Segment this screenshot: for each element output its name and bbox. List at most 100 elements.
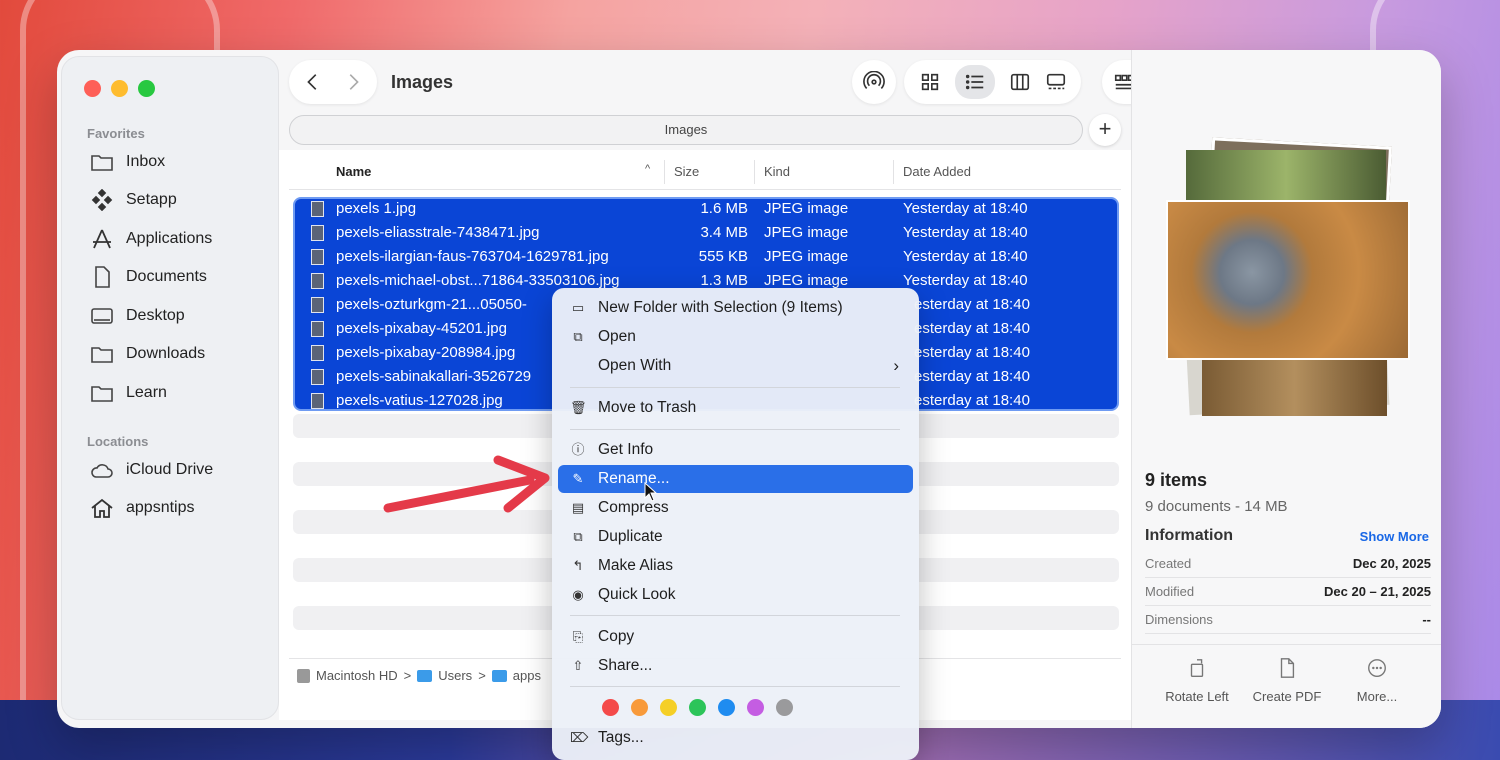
tag-color-picker [602,699,793,716]
menu-item-tags[interactable]: ⌦ Tags... [558,724,913,752]
column-header-name[interactable]: Name [336,164,371,179]
sidebar-item-label: Learn [126,384,167,401]
breadcrumb-item[interactable]: apps [513,668,541,683]
sidebar-item-appsntips[interactable]: appsntips [90,493,195,523]
breadcrumb-separator: > [478,668,486,683]
menu-item-open[interactable]: ⧉ Open [558,323,913,351]
home-icon [91,498,113,518]
airdrop-button[interactable] [852,60,896,104]
menu-item-share[interactable]: ⇧ Share... [558,652,913,680]
menu-item-open-with[interactable]: Open With › [558,352,913,380]
image-file-icon [311,321,324,337]
desktop-icon [91,308,113,324]
create-pdf-button[interactable]: Create PDF [1242,657,1332,704]
copy-icon: ⎘ [572,629,584,644]
cat-photo [1166,200,1410,360]
info-row-dimensions: Dimensions -- [1145,606,1431,634]
new-tab-button[interactable]: + [1089,114,1121,146]
menu-item-rename[interactable]: ✎ Rename... [558,465,913,493]
pencil-icon: ✎ [572,471,584,486]
table-row[interactable]: pexels-ilargian-faus-763704-1629781.jpg … [293,245,1119,269]
sidebar-item-setapp[interactable]: Setapp [90,185,177,215]
menu-item-make-alias[interactable]: ↰ Make Alias [558,552,913,580]
window-title: Images [391,72,454,92]
forward-icon[interactable] [342,71,364,93]
view-mode-group [904,60,1081,104]
list-view-button[interactable] [954,65,995,99]
selection-summary: 9 documents - 14 MB [1145,498,1288,515]
file-kind: JPEG image [764,248,849,265]
file-name: pexels-eliasstrale-7438471.jpg [336,224,540,241]
sidebar-item-downloads[interactable]: Downloads [90,339,205,369]
show-more-link[interactable]: Show More [1360,529,1429,544]
file-size: 3.4 MB [700,224,748,241]
sidebar-item-label: iCloud Drive [126,461,214,478]
menu-item-new-folder-with-selection[interactable]: ▭ New Folder with Selection (9 Items) [558,294,913,322]
file-name: pexels-sabinakallari-3526729 [336,368,532,385]
zoom-button[interactable] [138,80,155,97]
tag-blue[interactable] [718,699,735,716]
tag-yellow[interactable] [660,699,677,716]
back-icon[interactable] [302,71,324,93]
open-icon: ⧉ [573,329,583,344]
menu-item-label: Duplicate [598,528,663,545]
menu-item-duplicate[interactable]: ⧉ Duplicate [558,523,913,551]
tag-gray[interactable] [776,699,793,716]
menu-item-label: Quick Look [598,586,676,603]
sort-chevron-icon: ^ [645,163,651,175]
context-menu: ▭ New Folder with Selection (9 Items) ⧉ … [552,288,919,760]
file-date: esterday at 18:40 [914,320,1030,337]
info-value: Dec 20 – 21, 2025 [1324,584,1431,599]
tag-icon: ⌦ [570,730,589,745]
column-view-icon[interactable] [1009,71,1031,93]
list-view-icon [965,74,983,90]
gallery-view-icon[interactable] [1045,71,1067,93]
menu-item-quick-look[interactable]: ◉ Quick Look [558,581,913,609]
action-label: Create PDF [1252,689,1322,704]
menu-item-compress[interactable]: ▤ Compress [558,494,913,522]
sidebar-item-label: Applications [126,230,213,247]
tag-green[interactable] [689,699,706,716]
menu-item-move-to-trash[interactable]: 🗑 Move to Trash [558,394,913,422]
breadcrumb-item[interactable]: Users [438,668,472,683]
sidebar-item-learn[interactable]: Learn [90,378,167,408]
file-name: pexels 1.jpg [336,200,417,217]
sidebar: Favorites Inbox Setapp Applications Docu… [61,56,279,720]
sidebar-item-documents[interactable]: Documents [90,262,207,292]
cloud-icon [91,464,113,478]
rotate-left-button[interactable]: Rotate Left [1152,657,1242,704]
tag-orange[interactable] [631,699,648,716]
column-header-date-added[interactable]: Date Added [903,164,971,179]
sidebar-item-desktop[interactable]: Desktop [90,301,185,331]
menu-item-get-info[interactable]: ⓘ Get Info [558,436,913,464]
folder-icon [491,669,507,682]
menu-item-label: Tags... [598,729,644,746]
close-button[interactable] [84,80,101,97]
sidebar-item-icloud-drive[interactable]: iCloud Drive [90,455,213,485]
info-key: Dimensions [1145,612,1213,627]
info-key: Created [1145,556,1192,571]
table-row[interactable]: pexels 1.jpg 1.6 MB JPEG image Yesterday… [293,197,1119,221]
column-header-kind[interactable]: Kind [764,164,790,179]
sidebar-item-applications[interactable]: Applications [90,224,212,254]
image-file-icon [311,273,324,289]
path-field[interactable]: Images [289,115,1083,145]
tag-purple[interactable] [747,699,764,716]
file-date: esterday at 18:40 [914,296,1030,313]
menu-separator [570,686,900,687]
sidebar-item-inbox[interactable]: Inbox [90,147,165,177]
table-row[interactable]: pexels-eliasstrale-7438471.jpg 3.4 MB JP… [293,221,1119,245]
menu-item-label: Share... [598,657,653,674]
file-date: Yesterday at 18:40 [903,200,1028,217]
folder-icon [91,155,113,171]
file-name: pexels-michael-obst...71864-33503106.jpg [336,272,620,289]
tag-red[interactable] [602,699,619,716]
more-actions-button[interactable]: More... [1332,657,1422,704]
column-divider [893,160,894,184]
icon-view-icon[interactable] [919,71,941,93]
minimize-button[interactable] [111,80,128,97]
breadcrumb-item[interactable]: Macintosh HD [316,668,398,683]
menu-item-copy[interactable]: ⎘ Copy [558,623,913,651]
image-file-icon [311,249,324,265]
column-header-size[interactable]: Size [674,164,699,179]
